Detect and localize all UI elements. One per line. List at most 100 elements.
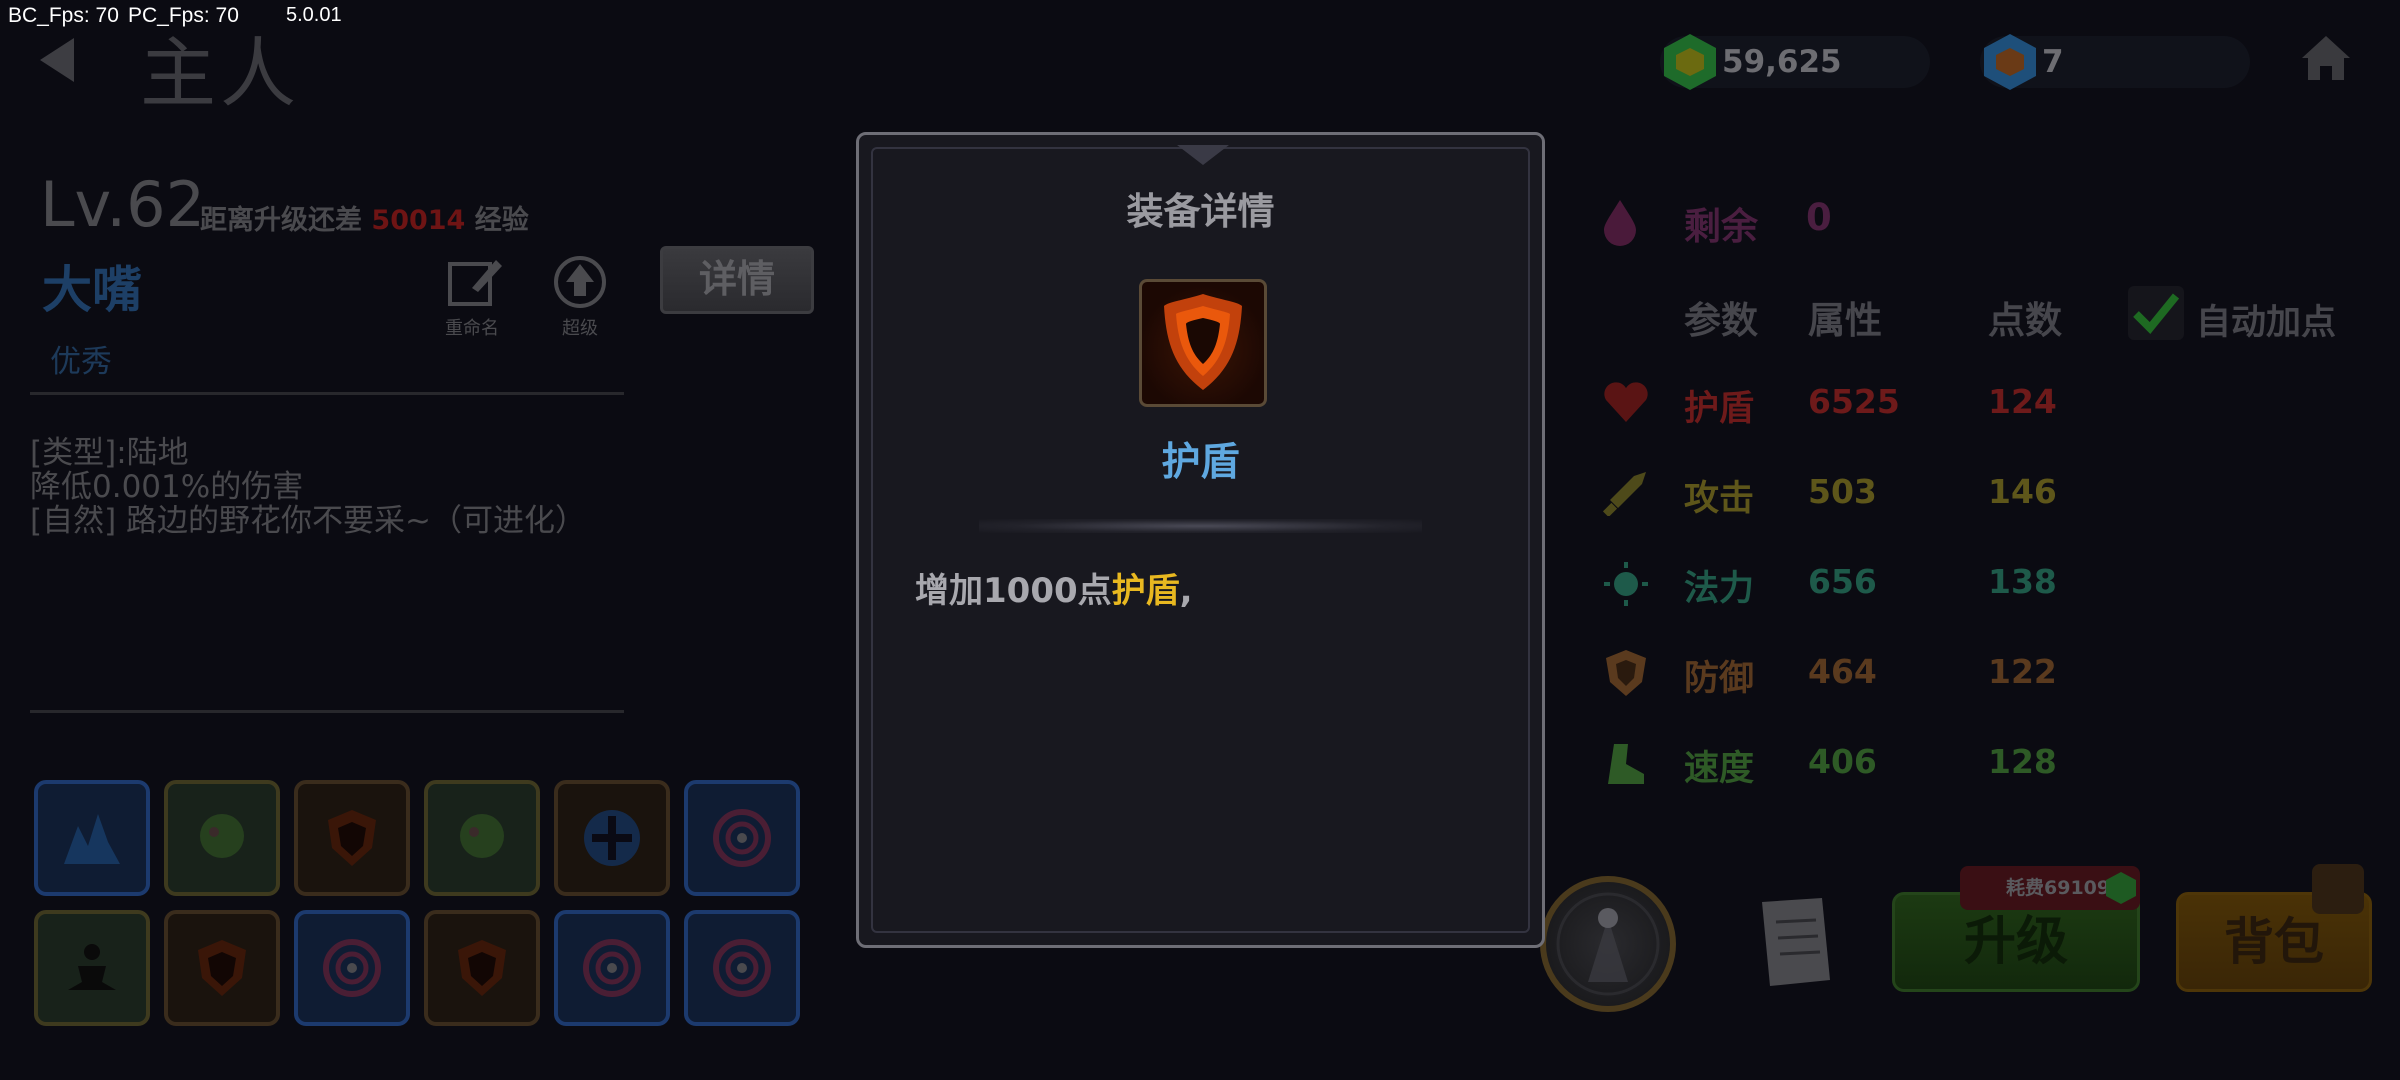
divider-bottom [30, 710, 624, 713]
equipment-detail-modal: 装备详情 护盾 增加1000点护盾, [856, 132, 1545, 948]
hero-level: Lv.62 [40, 168, 206, 241]
desc-nature: [自然] 路边的野花你不要采~（可进化） [30, 503, 587, 539]
backpack-icon [2312, 864, 2364, 914]
stat-value-speed: 406 [1808, 742, 1877, 781]
exp-info: 距离升级还差 50014 经验 [200, 198, 529, 237]
heart-icon [1604, 382, 1648, 422]
compass-icon [1556, 892, 1660, 996]
exp-suffix: 经验 [474, 205, 529, 236]
equip-slot-3[interactable] [294, 780, 410, 896]
item-name: 护盾 [1161, 440, 1240, 485]
drop-icon [1604, 200, 1636, 246]
sun-icon [1604, 562, 1648, 606]
green-beast-icon [460, 814, 504, 858]
checkmark-icon [2133, 293, 2180, 334]
modal-frame [871, 147, 1530, 933]
equip-slot-12[interactable] [684, 910, 800, 1026]
bc-fps-label: BC_Fps: 70 [8, 4, 119, 27]
item-desc-prefix: 增加1000点 [915, 571, 1112, 611]
stat-points-defense: 122 [1988, 652, 2057, 691]
stat-points-mana: 138 [1988, 562, 2057, 601]
currency-green: 59,625 [1660, 34, 1930, 90]
flame-shield-icon [198, 940, 246, 996]
evolve-button[interactable]: 超级 [540, 254, 620, 340]
equip-slot-8[interactable] [164, 910, 280, 1026]
pink-vortex-icon [713, 939, 771, 997]
flame-shield-icon [328, 810, 376, 866]
stat-value-defense: 464 [1808, 652, 1877, 691]
edit-icon [448, 260, 502, 306]
item-description: 增加1000点护盾, [915, 563, 1193, 612]
compass-button[interactable] [1540, 876, 1676, 1012]
shield-icon [1606, 650, 1646, 696]
stat-value-shield: 6525 [1808, 382, 1900, 421]
stat-value-mana: 656 [1808, 562, 1877, 601]
pink-vortex-icon [323, 939, 381, 997]
ice-crystal-icon [64, 814, 120, 864]
equip-slot-1[interactable] [34, 780, 150, 896]
rename-button[interactable]: 重命名 [432, 254, 512, 340]
exp-prefix: 距离升级还差 [200, 205, 362, 236]
modal-notch [1177, 145, 1229, 165]
exp-amount: 50014 [371, 205, 466, 236]
flame-shield-icon [1164, 294, 1242, 390]
back-arrow-icon[interactable] [40, 38, 74, 82]
upgrade-cost-label: 耗费691093 [2006, 877, 2124, 899]
stat-value-attack: 503 [1808, 472, 1877, 511]
stat-name-shield: 护盾 [1684, 389, 1755, 429]
evolve-label: 超级 [562, 318, 598, 339]
sword-icon [1602, 472, 1646, 516]
hero-name: 大嘴 [42, 261, 142, 319]
item-icon-frame [1139, 279, 1267, 407]
meditating-figure-icon [68, 944, 116, 990]
scroll-icon[interactable] [1746, 892, 1842, 992]
blue-currency-value: 7 [2042, 44, 2064, 80]
evolve-arrow-icon [554, 256, 606, 308]
stat-points-speed: 128 [1988, 742, 2057, 781]
boot-icon [1608, 744, 1644, 784]
item-desc-highlight: 护盾 [1111, 571, 1180, 611]
header-points: 点数 [1988, 299, 2062, 342]
green-currency-value: 59,625 [1722, 44, 1842, 80]
green-beast-icon [200, 814, 244, 858]
desc-effect: 降低0.001%的伤害 [30, 469, 304, 505]
blue-gem-icon [1984, 34, 2036, 90]
stat-name-speed: 速度 [1684, 749, 1755, 789]
equip-slot-4[interactable] [424, 780, 540, 896]
green-gem-icon [1664, 34, 1716, 90]
item-desc-suffix: , [1179, 571, 1193, 611]
remaining-value: 0 [1806, 196, 1832, 239]
detail-button[interactable]: 详情 [660, 246, 814, 314]
stat-name-defense: 防御 [1684, 659, 1755, 699]
home-icon[interactable] [2300, 32, 2352, 84]
stat-name-mana: 法力 [1684, 569, 1755, 609]
auto-assign-checkbox[interactable] [2128, 286, 2184, 340]
modal-separator [979, 519, 1422, 533]
equip-slot-6[interactable] [684, 780, 800, 896]
header-attr: 属性 [1808, 299, 1882, 342]
desc-type: [类型]:陆地 [30, 435, 189, 471]
equip-slot-2[interactable] [164, 780, 280, 896]
currency-blue: 7 [1980, 34, 2250, 90]
modal-title: 装备详情 [1126, 190, 1275, 233]
holy-cross-shield-icon [584, 810, 640, 866]
divider-top [30, 392, 624, 395]
hero-description: [类型]:陆地 降低0.001%的伤害 [自然] 路边的野花你不要采~（可进化） [30, 436, 586, 538]
auto-assign-label: 自动加点 [2196, 303, 2337, 343]
equip-slot-10[interactable] [424, 910, 540, 1026]
stat-name-attack: 攻击 [1684, 479, 1755, 519]
rename-label: 重命名 [445, 318, 499, 339]
equip-slot-9[interactable] [294, 910, 410, 1026]
pink-vortex-icon [713, 809, 771, 867]
flame-shield-icon [458, 940, 506, 996]
page-title: 主人 [140, 29, 300, 118]
pink-vortex-icon [583, 939, 641, 997]
equip-slot-11[interactable] [554, 910, 670, 1026]
hero-quality: 优秀 [50, 344, 112, 380]
remaining-label: 剩余 [1684, 205, 1758, 248]
stat-points-shield: 124 [1988, 382, 2057, 421]
header-param: 参数 [1684, 299, 1758, 342]
equip-slot-5[interactable] [554, 780, 670, 896]
stat-points-attack: 146 [1988, 472, 2057, 511]
equip-slot-7[interactable] [34, 910, 150, 1026]
